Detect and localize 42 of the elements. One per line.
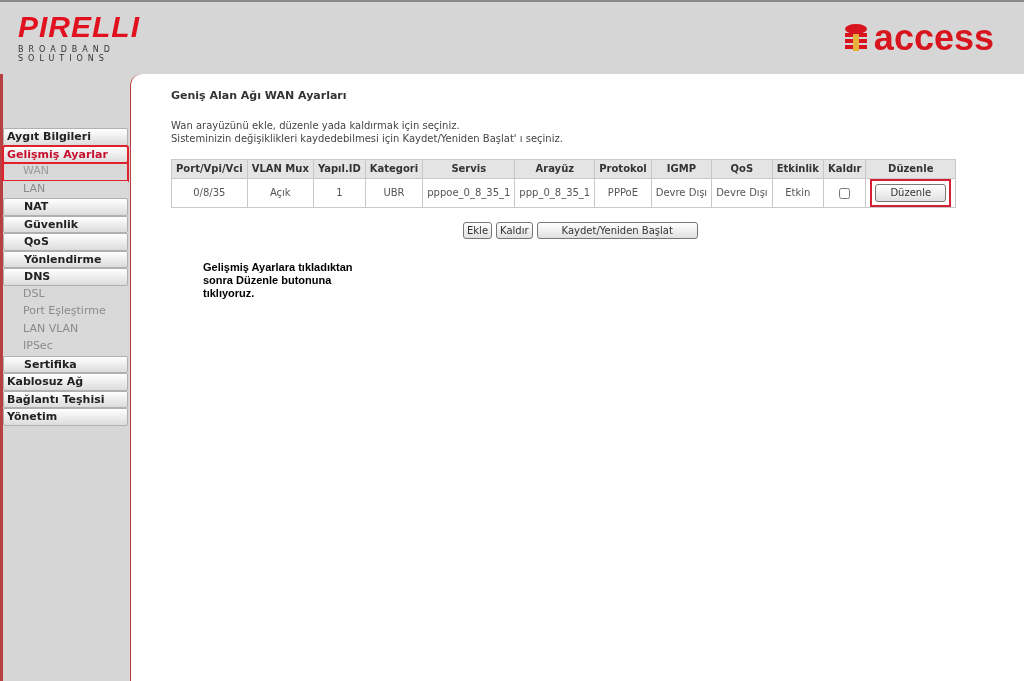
table-cell: Devre Dışı <box>651 178 712 207</box>
edit-button[interactable]: Düzenle <box>875 183 947 202</box>
brand-subtitle: BROADBAND SOLUTIONS <box>18 45 116 63</box>
action-button[interactable]: Ekle <box>463 221 493 239</box>
column-header: QoS <box>711 159 773 178</box>
table-cell: ppp_0_8_35_1 <box>514 178 595 207</box>
column-header: VLAN Mux <box>247 159 314 178</box>
table-cell: Açık <box>247 178 314 207</box>
instruction-text: Wan arayüzünü ekle, düzenle yada kaldırmak için seçiniz. <box>171 118 461 132</box>
table-cell: 1 <box>313 178 366 207</box>
action-button[interactable]: Kaydet/Yeniden Başlat <box>536 221 698 239</box>
table-cell: pppoe_0_8_35_1 <box>422 178 515 207</box>
stacked-discs-icon <box>843 24 868 52</box>
column-header: Servis <box>422 159 515 178</box>
page-title: Geniş Alan Ağı WAN Ayarları <box>171 88 348 104</box>
sidebar-item[interactable]: Gelişmiş Ayarlar <box>3 145 128 163</box>
column-header: Etkinlik <box>772 159 824 178</box>
annotation-note: Gelişmiş Ayarlara tıkladıktan sonra Düzenle butonuna tıklıyoruz. <box>203 260 354 300</box>
brand-logo: PIRELLI <box>18 12 140 42</box>
sidebar-item[interactable]: Aygıt Bilgileri <box>3 128 128 146</box>
column-header: Port/Vpi/Vci <box>171 159 248 178</box>
partner-logo: access <box>873 20 994 56</box>
table-cell: Devre Dışı <box>711 178 773 207</box>
action-button[interactable]: Kaldır <box>496 221 533 239</box>
column-header: Yapıl.ID <box>313 159 366 178</box>
table-cell: PPPoE <box>594 178 652 207</box>
table-cell: 0/8/35 <box>171 178 248 207</box>
sidebar-item[interactable]: QoS <box>3 233 128 251</box>
instruction-text: Sisteminizin değişiklikleri kaydedebilmesi için Kaydet/Yeniden Başlat' ı seçiniz. <box>171 131 564 145</box>
column-header: Düzenle <box>865 159 956 178</box>
column-header: Protokol <box>594 159 652 178</box>
column-header: Kategori <box>365 159 423 178</box>
column-header: IGMP <box>651 159 712 178</box>
sidebar-item[interactable]: Yönetim <box>3 408 128 426</box>
sidebar-item[interactable]: DNS <box>3 268 128 286</box>
column-header: Kaldır <box>823 159 866 178</box>
table-cell: UBR <box>365 178 423 207</box>
table-cell: Etkin <box>772 178 824 207</box>
sidebar-item[interactable]: NAT <box>3 198 128 216</box>
sidebar-item[interactable]: Kablosuz Ağ <box>3 373 128 391</box>
column-header: Arayüz <box>514 159 595 178</box>
remove-checkbox[interactable] <box>839 187 851 199</box>
